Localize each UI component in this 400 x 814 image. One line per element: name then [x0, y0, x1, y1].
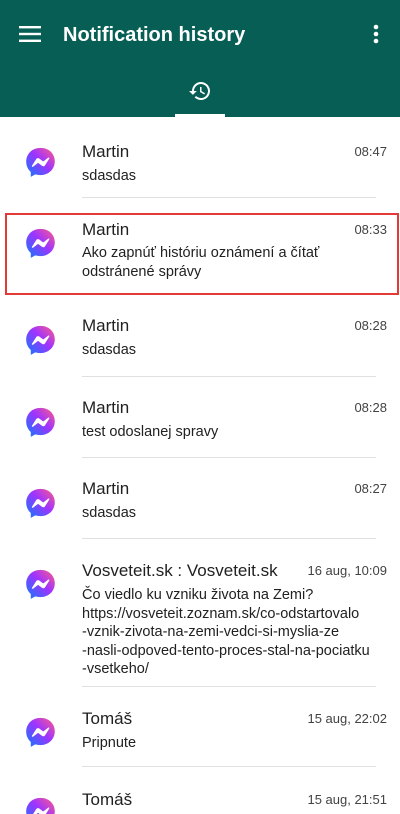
notification-item[interactable]: Vosveteit.sk : Vosveteit.sk 16 aug, 10:09…: [0, 539, 400, 687]
tab-history[interactable]: [175, 70, 225, 117]
messenger-icon: [24, 487, 57, 520]
notification-time: 08:28: [354, 400, 387, 415]
notification-item[interactable]: Martin 08:27 sdasdas: [0, 458, 400, 539]
messenger-icon: [24, 146, 57, 179]
notification-item[interactable]: Martin 08:28 test odoslanej spravy: [0, 377, 400, 458]
notification-text: sdasdas: [82, 505, 137, 521]
messenger-icon: [24, 796, 57, 814]
notification-time: 15 aug, 21:51: [307, 792, 387, 807]
notification-text: Čo viedlo ku vzniku života na Zemi? http…: [82, 587, 370, 677]
hamburger-menu-icon[interactable]: [14, 18, 46, 50]
notification-title: Martin: [82, 398, 130, 417]
notification-title: Martin: [82, 479, 130, 498]
more-vert-icon[interactable]: [364, 18, 388, 50]
notification-item[interactable]: Martin 08:28 sdasdas: [0, 295, 400, 377]
notification-time: 08:28: [354, 318, 387, 333]
messenger-icon: [24, 406, 57, 439]
notification-text: test odoslanej spravy: [82, 424, 219, 440]
notification-text: Ako zapnúť históriu oznámení a čítať ods…: [82, 245, 320, 280]
messenger-icon: [24, 324, 57, 357]
notification-text: sdasdas: [82, 342, 137, 358]
notification-text: Pripnute: [82, 735, 137, 751]
notification-item[interactable]: Martin 08:33 Ako zapnúť históriu oznámení …: [0, 198, 400, 295]
notification-time: 08:47: [354, 144, 387, 159]
notification-title: Vosveteit.sk : Vosveteit.sk: [82, 561, 278, 580]
history-icon: [189, 82, 210, 100]
messenger-icon: [24, 568, 57, 601]
notification-list: Martin 08:47 sdasdas Martin 08:33 Ako zapnúť …: [0, 117, 400, 814]
notification-item[interactable]: Martin 08:47 sdasdas: [0, 117, 400, 198]
app-bar: Notification history: [0, 0, 400, 117]
notification-time: 15 aug, 22:02: [307, 711, 387, 726]
notification-item[interactable]: Tomáš 15 aug, 22:02 Pripnute: [0, 687, 400, 767]
notification-title: Tomáš: [82, 790, 133, 809]
notification-text: sdasdas: [82, 168, 137, 184]
notification-time: 08:27: [354, 481, 387, 496]
notification-time: 16 aug, 10:09: [307, 563, 387, 578]
notification-title: Martin: [82, 220, 130, 239]
messenger-icon: [24, 227, 57, 260]
page-title: Notification history: [63, 24, 246, 46]
notification-time: 08:33: [354, 222, 387, 237]
notification-item[interactable]: Tomáš 15 aug, 21:51: [0, 767, 400, 814]
notification-title: Martin: [82, 316, 130, 335]
messenger-icon: [24, 716, 57, 749]
notification-title: Tomáš: [82, 709, 133, 728]
notification-title: Martin: [82, 142, 130, 161]
